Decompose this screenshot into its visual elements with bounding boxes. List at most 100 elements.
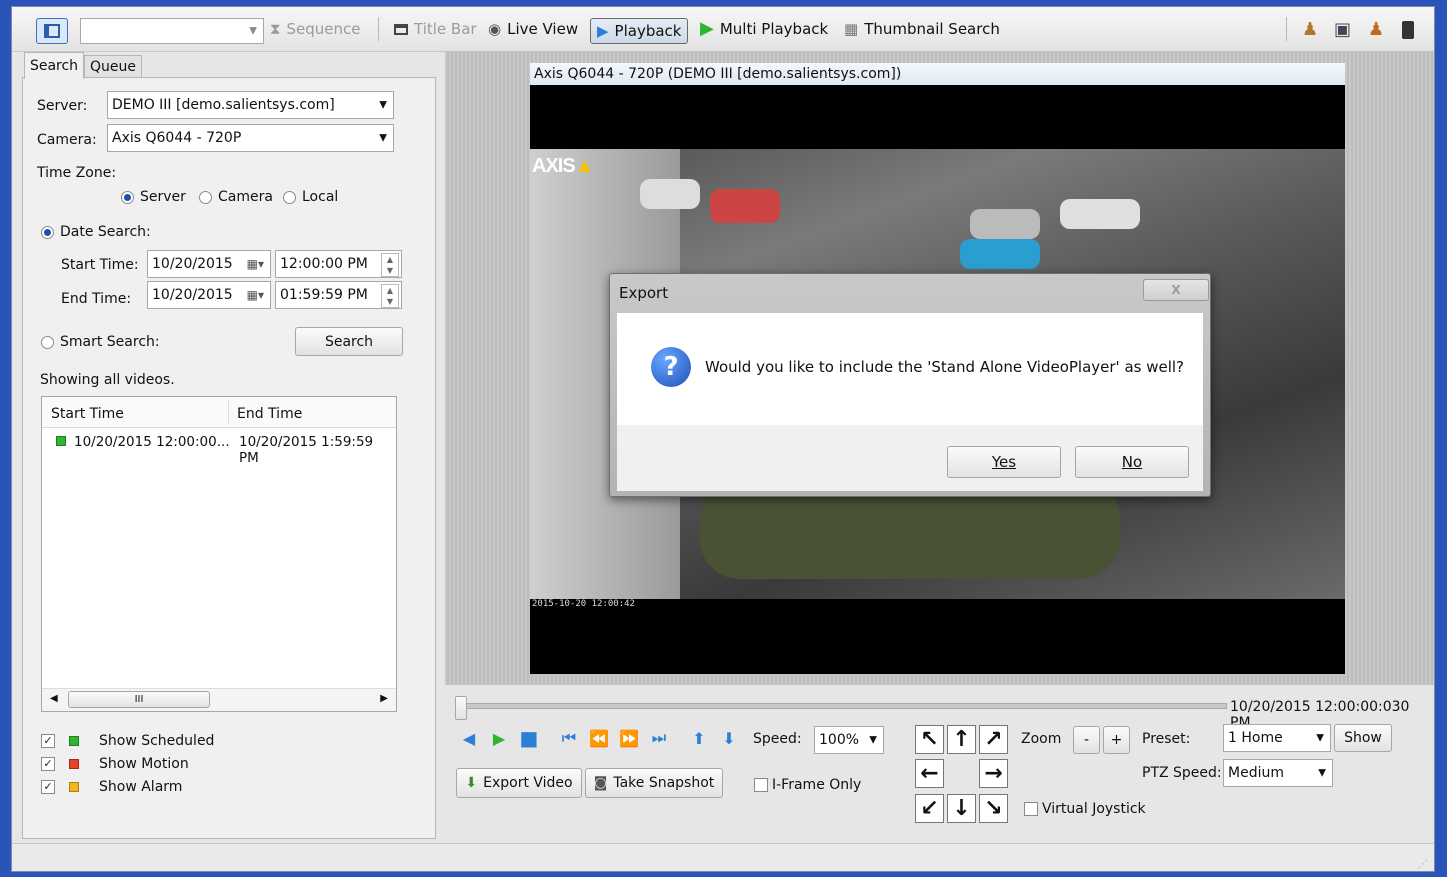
layout-select[interactable]: ▼ — [80, 18, 264, 44]
playback-button[interactable]: ▶ Playback — [590, 18, 689, 44]
server-select[interactable]: DEMO III [demo.salientsys.com] ▼ — [107, 91, 394, 119]
parked-car — [710, 189, 780, 223]
calendar-icon[interactable]: ▦▾ — [247, 288, 264, 302]
col-start-header[interactable]: Start Time — [51, 406, 124, 422]
dialog-close-button[interactable]: X — [1143, 279, 1209, 301]
take-snapshot-label: Take Snapshot — [613, 775, 715, 791]
ptz-down-left-icon[interactable]: ↙ — [915, 794, 944, 823]
layout-toggle-button[interactable] — [36, 18, 68, 44]
export-video-label: Export Video — [483, 775, 573, 791]
checkmark-icon: ✓ — [41, 757, 55, 771]
spinner-arrows-icon[interactable]: ▲ ▼ — [381, 253, 399, 277]
spinner-arrows-icon[interactable]: ▲ ▼ — [381, 284, 399, 308]
sequence-label: Sequence — [286, 20, 361, 38]
monitor-icon[interactable]: ▣ — [1334, 19, 1351, 40]
zoom-out-button[interactable]: - — [1073, 726, 1100, 754]
ptz-up-right-icon[interactable]: ↗ — [979, 725, 1008, 754]
ptz-up-icon[interactable]: ↑ — [947, 725, 976, 754]
virtual-joystick-label: Virtual Joystick — [1042, 801, 1146, 817]
play-reverse-icon[interactable]: ◀ — [458, 727, 480, 749]
camera-label: Camera: — [37, 132, 97, 148]
skip-start-icon[interactable]: ⏮ — [558, 727, 580, 749]
chevron-down-icon: ▼ — [379, 132, 387, 144]
multi-playback-button[interactable]: ▶ Multi Playback — [700, 16, 828, 42]
arrow-down-icon[interactable]: ⬇ — [718, 727, 740, 749]
smart-search-radio[interactable]: Smart Search: — [41, 334, 160, 350]
calendar-icon[interactable]: ▦▾ — [247, 257, 264, 271]
ptz-left-icon[interactable]: ← — [915, 759, 944, 788]
scroll-right-icon[interactable]: ▶ — [380, 693, 388, 704]
user-icon[interactable]: ♟ — [1302, 19, 1318, 40]
play-icon[interactable]: ▶ — [488, 727, 510, 749]
play-icon: ▶ — [597, 22, 609, 40]
start-date-picker[interactable]: 10/20/2015 ▦▾ — [147, 250, 271, 278]
ptz-down-right-icon[interactable]: ↘ — [979, 794, 1008, 823]
ptz-right-icon[interactable]: → — [979, 759, 1008, 788]
show-preset-button[interactable]: Show — [1334, 724, 1392, 752]
zoom-in-button[interactable]: + — [1103, 726, 1130, 754]
ptz-down-icon[interactable]: ↓ — [947, 794, 976, 823]
virtual-joystick-checkbox[interactable]: Virtual Joystick — [1024, 801, 1146, 817]
resize-grip-icon[interactable]: ⋰ — [1418, 859, 1428, 870]
end-date-picker[interactable]: 10/20/2015 ▦▾ — [147, 281, 271, 309]
tz-camera-radio[interactable]: Camera — [199, 189, 273, 205]
show-motion-checkbox[interactable]: ✓ Show Motion — [41, 756, 189, 772]
start-time-spinner[interactable]: 12:00:00 PM ▲ ▼ — [275, 250, 402, 278]
timeline-thumb[interactable] — [455, 696, 467, 720]
dialog-message: Would you like to include the 'Stand Alo… — [705, 358, 1185, 376]
preset-select[interactable]: 1 Home ▼ — [1223, 724, 1331, 752]
parked-car — [1060, 199, 1140, 229]
stop-icon[interactable]: ■ — [518, 726, 540, 750]
tz-server-radio[interactable]: Server — [121, 189, 186, 205]
scheduled-color-icon — [69, 736, 79, 746]
end-time-spinner[interactable]: 01:59:59 PM ▲ ▼ — [275, 281, 402, 309]
tz-local-radio[interactable]: Local — [283, 189, 338, 205]
show-scheduled-checkbox[interactable]: ✓ Show Scheduled — [41, 733, 214, 749]
search-button-label: Search — [324, 333, 374, 350]
person-alert-icon[interactable]: ♟ — [1368, 19, 1384, 40]
col-end-header[interactable]: End Time — [237, 406, 302, 422]
arrow-up-icon[interactable]: ⬆ — [688, 727, 710, 749]
horizontal-scrollbar[interactable]: ◀ III ▶ — [42, 688, 396, 711]
step-back-icon[interactable]: ⏪ — [588, 727, 610, 749]
export-video-button[interactable]: ⬇ Export Video — [456, 768, 582, 798]
iframe-only-checkbox[interactable]: I-Frame Only — [754, 777, 861, 793]
sequence-button[interactable]: ⧗ Sequence — [270, 16, 361, 42]
take-snapshot-button[interactable]: ◙ Take Snapshot — [585, 768, 723, 798]
device-icon[interactable] — [1402, 21, 1414, 39]
start-date-value: 10/20/2015 — [152, 256, 233, 272]
table-row[interactable]: 10/20/2015 12:00:00... 10/20/2015 1:59:5… — [42, 430, 396, 466]
camera-select[interactable]: Axis Q6044 - 720P ▼ — [107, 124, 394, 152]
search-button[interactable]: Search — [295, 327, 403, 356]
date-search-label: Date Search: — [60, 224, 151, 240]
thumbnail-search-button[interactable]: ▦ Thumbnail Search — [844, 16, 1000, 42]
date-search-radio[interactable]: Date Search: — [41, 224, 151, 240]
tz-server-label: Server — [140, 189, 186, 205]
scheduled-marker-icon — [56, 436, 66, 446]
panel-icon — [44, 24, 60, 38]
scroll-left-icon[interactable]: ◀ — [50, 693, 58, 704]
live-view-button[interactable]: ◉ Live View — [488, 16, 578, 42]
ptz-up-left-icon[interactable]: ↖ — [915, 725, 944, 754]
no-button[interactable]: No — [1075, 446, 1189, 478]
radio-unchecked — [199, 190, 212, 204]
step-forward-icon[interactable]: ⏩ — [618, 727, 640, 749]
playback-label: Playback — [614, 22, 682, 40]
yes-button[interactable]: Yes — [947, 446, 1061, 478]
eye-icon: ◉ — [488, 20, 502, 38]
timeline-slider[interactable] — [455, 703, 1227, 709]
scroll-thumb[interactable]: III — [68, 691, 210, 708]
grid-icon: ▦ — [844, 20, 859, 38]
speed-select[interactable]: 100% ▼ — [814, 726, 884, 754]
no-label: No — [1121, 453, 1143, 471]
show-preset-label: Show — [1344, 730, 1382, 746]
skip-end-icon[interactable]: ⏭ — [648, 727, 670, 749]
alarm-color-icon — [69, 782, 79, 792]
ptz-speed-value: Medium — [1228, 765, 1284, 781]
title-bar-button[interactable]: Title Bar — [394, 16, 477, 42]
server-value: DEMO III [demo.salientsys.com] — [112, 97, 335, 113]
show-alarm-checkbox[interactable]: ✓ Show Alarm — [41, 779, 182, 795]
tab-queue[interactable]: Queue — [84, 55, 142, 79]
ptz-speed-select[interactable]: Medium ▼ — [1223, 759, 1333, 787]
tab-search[interactable]: Search — [24, 52, 84, 79]
